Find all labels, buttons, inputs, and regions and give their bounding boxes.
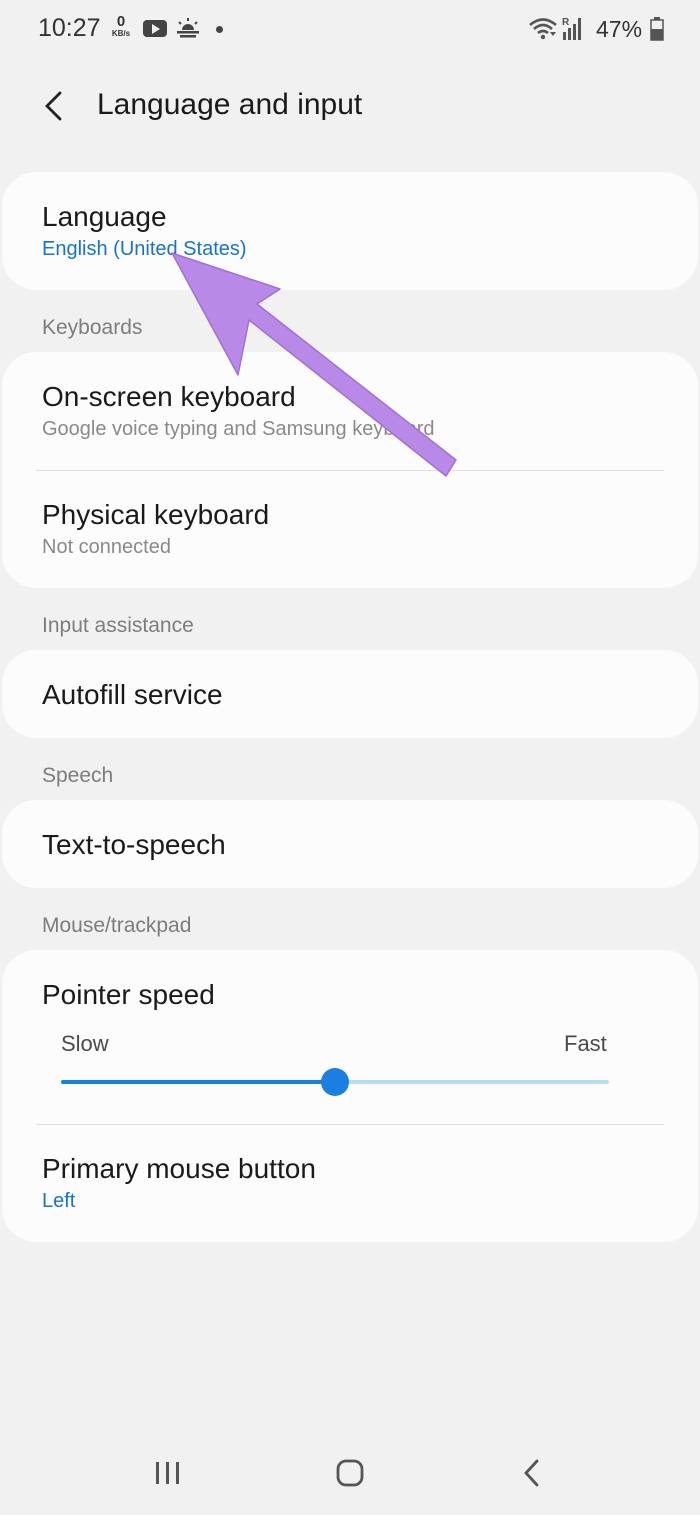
text-to-speech-title: Text-to-speech	[42, 829, 226, 860]
primary-mouse-button-item[interactable]: Primary mouse button Left	[42, 1152, 668, 1214]
mouse-trackpad-card: Pointer speed Primary mouse button Left	[2, 950, 698, 1242]
network-speed-unit: KB/s	[111, 29, 131, 38]
wifi-icon	[528, 16, 558, 47]
back-arrow-icon	[45, 91, 62, 121]
back-button[interactable]	[30, 82, 78, 130]
recent-apps-button[interactable]	[133, 1430, 203, 1515]
youtube-icon	[143, 20, 167, 37]
app-header: Language and input	[0, 70, 700, 140]
status-bar: 10:27 0 KB/s R 47%	[0, 0, 700, 60]
weather-sunrise-icon	[175, 16, 201, 45]
network-speed: 0 KB/s	[108, 14, 134, 39]
battery-icon	[650, 17, 664, 46]
notification-dot	[216, 26, 223, 33]
recent-apps-icon	[156, 1461, 179, 1484]
physical-keyboard-title: Physical keyboard	[42, 499, 270, 530]
slider-thumb[interactable]	[321, 1068, 349, 1096]
physical-keyboard-subtitle: Not connected	[42, 536, 171, 558]
onscreen-keyboard-item[interactable]: On-screen keyboard Google voice typing a…	[42, 380, 668, 442]
autofill-service-title: Autofill service	[42, 679, 223, 710]
section-header-mouse-trackpad: Mouse/trackpad	[42, 914, 192, 937]
onscreen-keyboard-subtitle: Google voice typing and Samsung keyboard	[42, 418, 435, 440]
divider	[36, 470, 664, 471]
divider	[36, 1124, 664, 1125]
primary-mouse-button-title: Primary mouse button	[42, 1153, 316, 1184]
input-assistance-card: Autofill service	[2, 650, 698, 738]
pointer-speed-title: Pointer speed	[42, 979, 215, 1010]
language-card: Language English (United States)	[2, 172, 698, 290]
home-icon	[336, 1459, 364, 1486]
slider-fill	[61, 1080, 335, 1084]
battery-percent: 47%	[596, 16, 643, 42]
pointer-speed-item: Pointer speed	[42, 978, 668, 1012]
network-speed-value: 0	[116, 13, 126, 30]
keyboards-card: On-screen keyboard Google voice typing a…	[2, 352, 698, 588]
status-time: 10:27	[38, 14, 101, 42]
section-header-keyboards: Keyboards	[42, 316, 143, 339]
autofill-service-item[interactable]: Autofill service	[42, 678, 668, 712]
navigation-bar	[0, 1430, 700, 1515]
signal-icon: R	[561, 16, 585, 47]
section-header-speech: Speech	[42, 764, 114, 787]
slider-fast-label: Fast	[564, 1031, 607, 1056]
text-to-speech-item[interactable]: Text-to-speech	[42, 828, 668, 862]
back-nav-button[interactable]	[497, 1430, 567, 1515]
roaming-indicator: R	[562, 17, 570, 28]
language-title: Language	[42, 201, 167, 232]
speech-card: Text-to-speech	[2, 800, 698, 888]
primary-mouse-button-value: Left	[42, 1190, 76, 1212]
onscreen-keyboard-title: On-screen keyboard	[42, 381, 296, 412]
language-value: English (United States)	[42, 238, 247, 260]
section-header-input-assistance: Input assistance	[42, 614, 194, 637]
page-title: Language and input	[97, 88, 363, 121]
language-item[interactable]: Language English (United States)	[42, 200, 668, 262]
back-nav-icon	[524, 1459, 539, 1486]
physical-keyboard-item[interactable]: Physical keyboard Not connected	[42, 498, 668, 560]
slider-slow-label: Slow	[61, 1031, 109, 1056]
home-button[interactable]	[315, 1430, 385, 1515]
